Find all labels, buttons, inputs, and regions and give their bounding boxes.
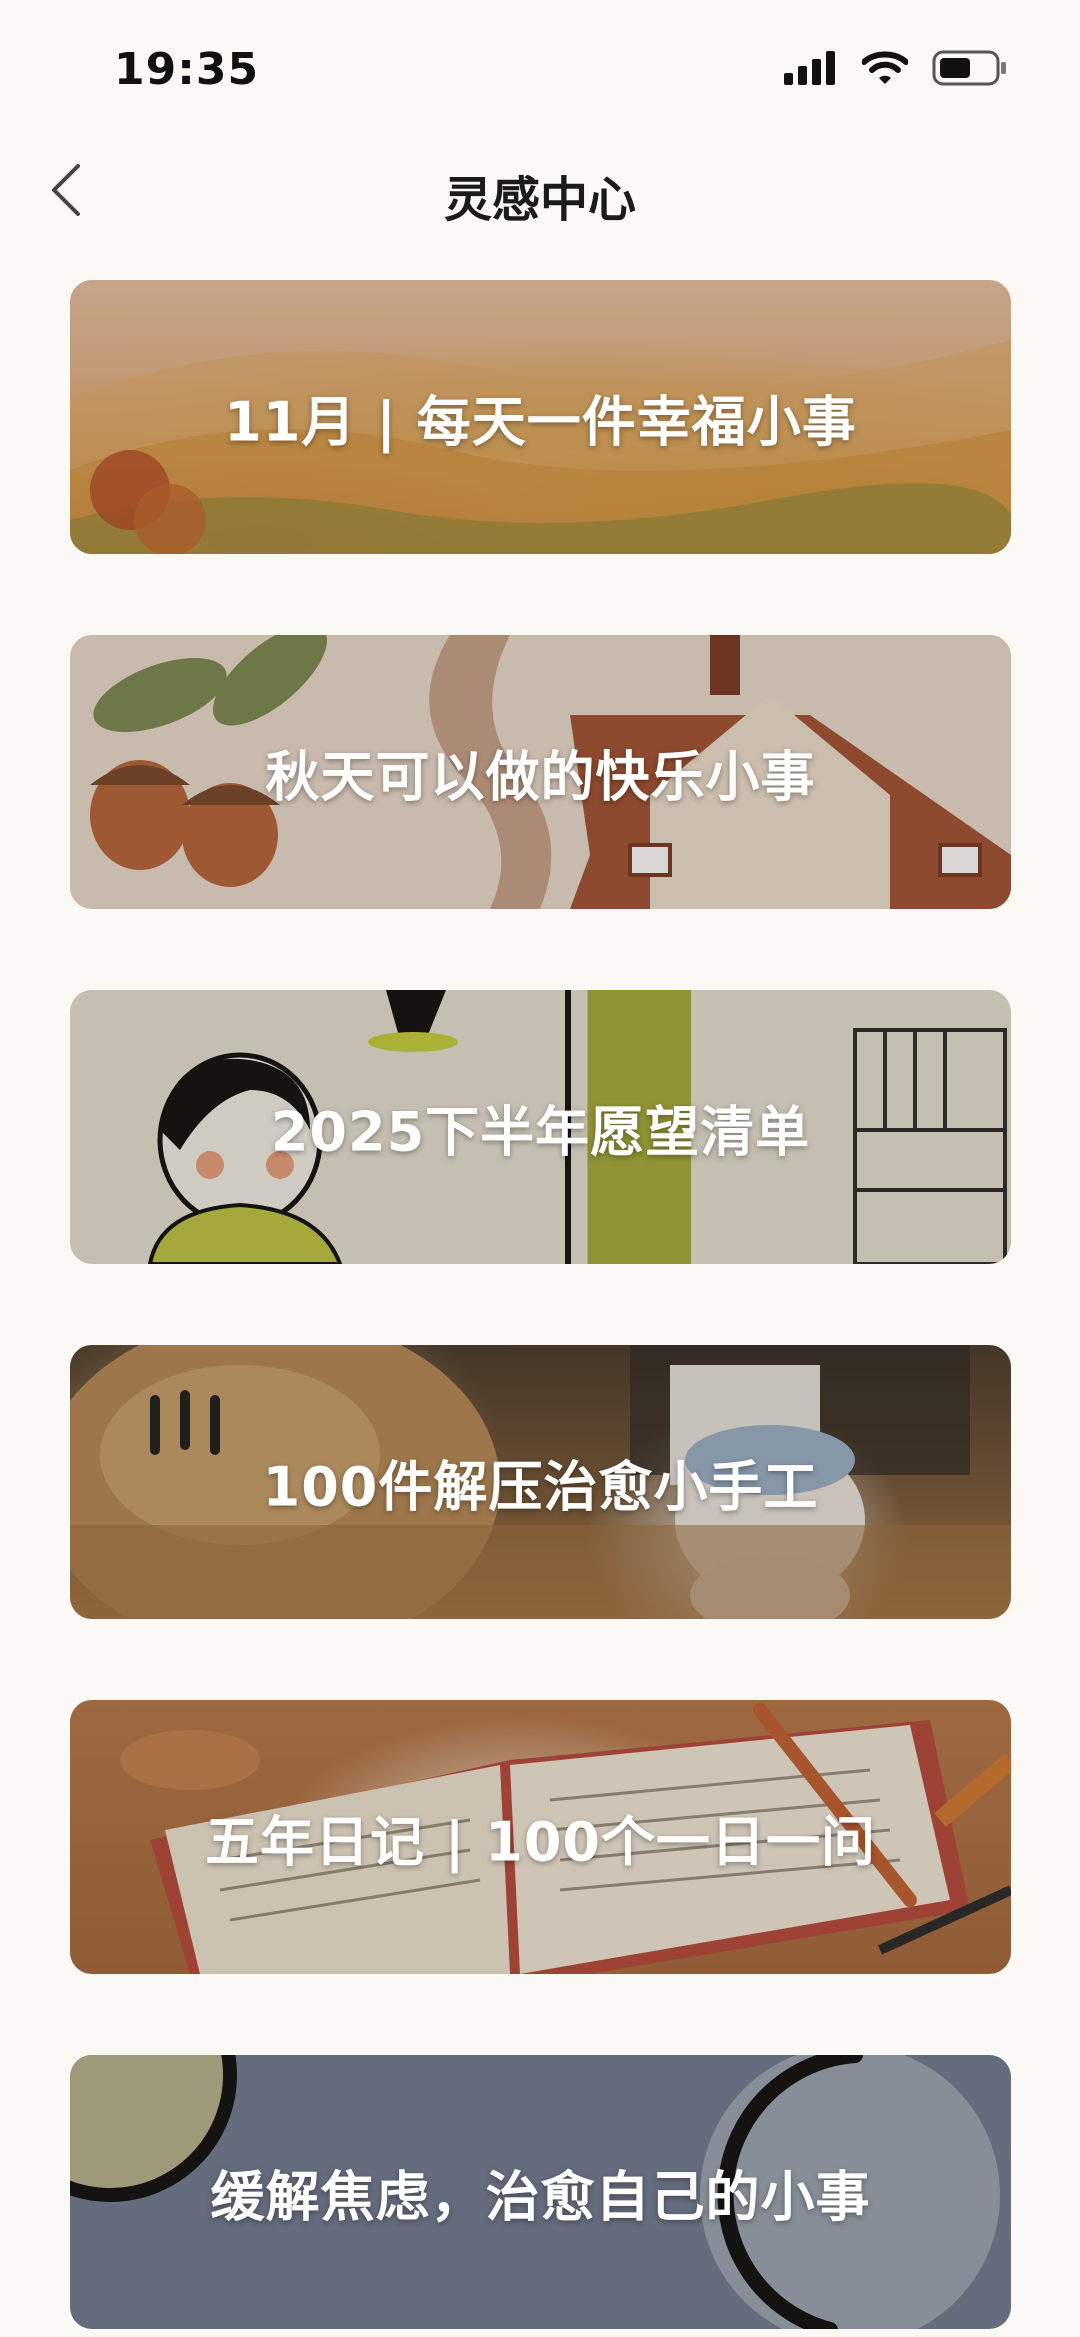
battery-icon: [932, 50, 1008, 90]
inspiration-card-happy-things[interactable]: 11月 | 每天一件幸福小事: [70, 280, 1011, 554]
card-title: 100件解压治愈小手工: [262, 1455, 819, 1519]
wifi-icon: [861, 51, 909, 89]
card-title: 11月 | 每天一件幸福小事: [224, 390, 857, 454]
signal-icon: [784, 51, 838, 89]
inspiration-card-wishlist[interactable]: 2025下半年愿望清单: [70, 990, 1011, 1264]
inspiration-card-diary[interactable]: 五年日记 | 100个一日一问: [70, 1700, 1011, 1974]
page-title: 灵感中心: [443, 172, 636, 228]
nav-header: 灵感中心: [0, 150, 1080, 234]
card-title: 秋天可以做的快乐小事: [265, 745, 816, 809]
status-icons: [784, 50, 1008, 90]
card-title: 2025下半年愿望清单: [270, 1100, 811, 1164]
card-title: 五年日记 | 100个一日一问: [204, 1810, 877, 1874]
status-bar: 19:35: [0, 0, 1080, 140]
status-time: 19:35: [114, 44, 260, 95]
inspiration-card-autumn[interactable]: 秋天可以做的快乐小事: [70, 635, 1011, 909]
inspiration-card-crafts[interactable]: 100件解压治愈小手工: [70, 1345, 1011, 1619]
inspiration-card-anxiety[interactable]: 缓解焦虑，治愈自己的小事: [70, 2055, 1011, 2329]
inspiration-card-list: 11月 | 每天一件幸福小事 秋天可以做的快乐小事 2025下半年愿望清单 10…: [70, 280, 1011, 2329]
card-title: 缓解焦虑，治愈自己的小事: [210, 2165, 871, 2229]
